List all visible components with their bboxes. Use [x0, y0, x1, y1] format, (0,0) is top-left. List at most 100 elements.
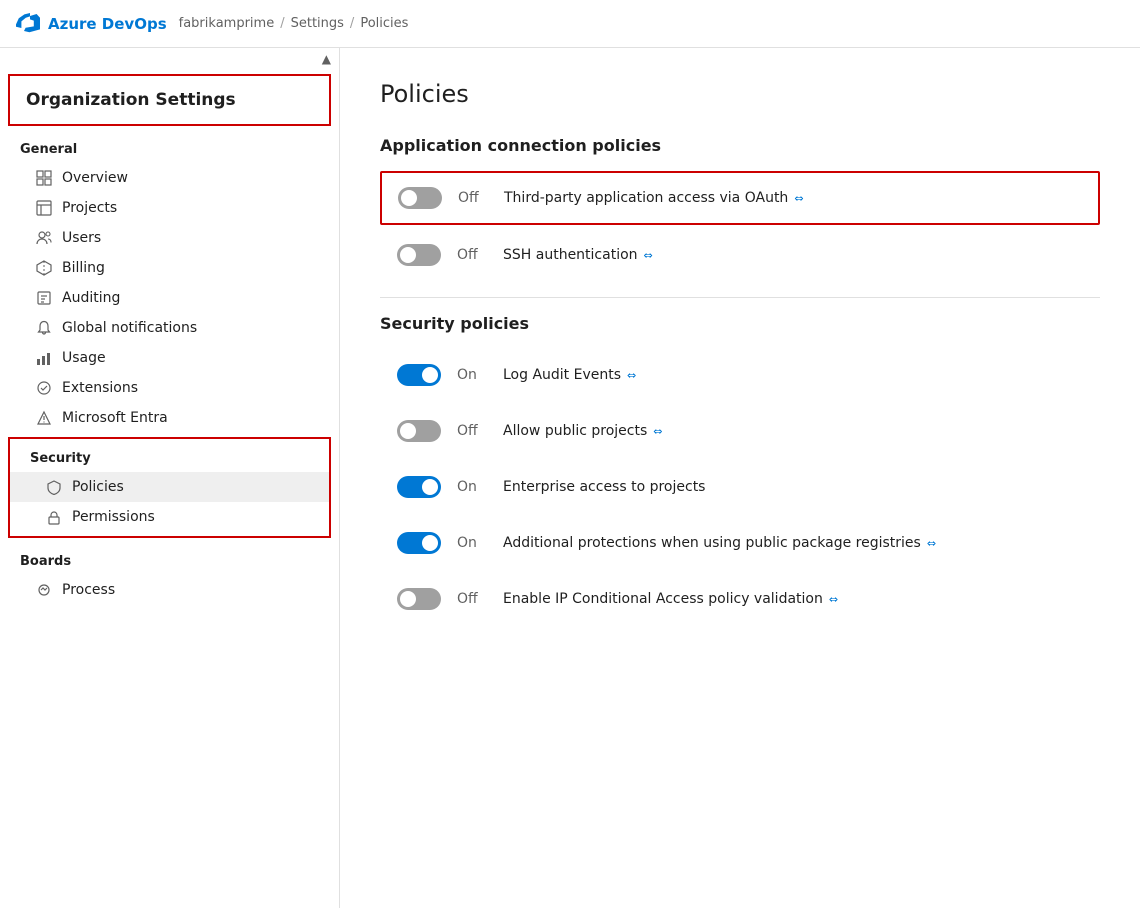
- additional-protections-link-icon[interactable]: ⇔: [927, 537, 936, 550]
- breadcrumb-sep-2: /: [350, 16, 354, 31]
- log-audit-state-label: On: [457, 367, 487, 383]
- log-audit-policy-row: On Log Audit Events ⇔: [380, 349, 1100, 401]
- sidebar-item-policies[interactable]: Policies: [10, 472, 329, 502]
- ip-conditional-policy-row: Off Enable IP Conditional Access policy …: [380, 573, 1100, 625]
- sidebar-item-process[interactable]: Process: [0, 575, 339, 605]
- sidebar-item-usage[interactable]: Usage: [0, 343, 339, 373]
- extensions-label: Extensions: [62, 380, 138, 396]
- topbar: Azure DevOps fabrikamprime / Settings / …: [0, 0, 1140, 48]
- additional-protections-text: Additional protections when using public…: [503, 535, 921, 551]
- security-section: Security Policies Permissions: [8, 437, 331, 538]
- ssh-text: SSH authentication: [503, 247, 638, 263]
- projects-label: Projects: [62, 200, 117, 216]
- log-audit-toggle[interactable]: [397, 364, 441, 386]
- process-icon: [36, 582, 52, 598]
- public-projects-text: Allow public projects: [503, 423, 647, 439]
- additional-protections-toggle[interactable]: [397, 532, 441, 554]
- section-divider: [380, 297, 1100, 298]
- main-layout: ▲ Organization Settings General Overview…: [0, 48, 1140, 908]
- enterprise-access-policy-row: On Enterprise access to projects: [380, 461, 1100, 513]
- oauth-text: Third-party application access via OAuth: [504, 190, 788, 206]
- sidebar-item-auditing[interactable]: Auditing: [0, 283, 339, 313]
- breadcrumb-settings[interactable]: Settings: [291, 16, 344, 31]
- log-audit-text: Log Audit Events: [503, 367, 621, 383]
- sidebar-item-extensions[interactable]: Extensions: [0, 373, 339, 403]
- additional-protections-toggle-slider: [397, 532, 441, 554]
- additional-protections-policy-text: Additional protections when using public…: [503, 535, 936, 551]
- boards-section: Boards Process: [0, 542, 339, 605]
- ip-conditional-text: Enable IP Conditional Access policy vali…: [503, 591, 823, 607]
- projects-icon: [36, 200, 52, 216]
- ip-conditional-link-icon[interactable]: ⇔: [829, 593, 838, 606]
- bell-icon: [36, 320, 52, 336]
- sidebar: ▲ Organization Settings General Overview…: [0, 48, 340, 908]
- log-audit-toggle-slider: [397, 364, 441, 386]
- entra-icon: [36, 410, 52, 426]
- azure-devops-logo-icon: [16, 12, 40, 36]
- sidebar-item-permissions[interactable]: Permissions: [10, 502, 329, 532]
- ssh-link-icon[interactable]: ⇔: [644, 249, 653, 262]
- ip-conditional-toggle[interactable]: [397, 588, 441, 610]
- breadcrumb-sep-1: /: [280, 16, 284, 31]
- ssh-state-label: Off: [457, 247, 487, 263]
- main-content: Policies Application connection policies…: [340, 48, 1140, 908]
- org-settings-header: Organization Settings: [8, 74, 331, 126]
- enterprise-access-state-label: On: [457, 479, 487, 495]
- app-connection-section: Application connection policies Off Thir…: [380, 136, 1100, 281]
- general-section-header: General: [0, 130, 339, 163]
- billing-icon: [36, 260, 52, 276]
- ip-conditional-state-label: Off: [457, 591, 487, 607]
- oauth-policy-row: Off Third-party application access via O…: [380, 171, 1100, 225]
- enterprise-access-toggle[interactable]: [397, 476, 441, 498]
- permissions-label: Permissions: [72, 509, 155, 525]
- scroll-up-button[interactable]: ▲: [322, 52, 331, 66]
- sidebar-item-microsoft-entra[interactable]: Microsoft Entra: [0, 403, 339, 433]
- process-label: Process: [62, 582, 115, 598]
- sidebar-item-projects[interactable]: Projects: [0, 193, 339, 223]
- shield-icon: [46, 479, 62, 495]
- public-projects-link-icon[interactable]: ⇔: [653, 425, 662, 438]
- overview-label: Overview: [62, 170, 128, 186]
- security-section-header: Security: [10, 439, 329, 472]
- app-connection-heading: Application connection policies: [380, 136, 1100, 155]
- enterprise-access-toggle-slider: [397, 476, 441, 498]
- breadcrumb-org[interactable]: fabrikamprime: [179, 16, 275, 31]
- public-projects-state-label: Off: [457, 423, 487, 439]
- users-icon: [36, 230, 52, 246]
- sidebar-item-global-notifications[interactable]: Global notifications: [0, 313, 339, 343]
- page-title: Policies: [380, 80, 1100, 108]
- extensions-icon: [36, 380, 52, 396]
- microsoft-entra-label: Microsoft Entra: [62, 410, 168, 426]
- enterprise-access-policy-text: Enterprise access to projects: [503, 479, 705, 495]
- log-audit-policy-text: Log Audit Events ⇔: [503, 367, 636, 383]
- oauth-link-icon[interactable]: ⇔: [794, 192, 803, 205]
- ssh-toggle-slider: [397, 244, 441, 266]
- sidebar-item-billing[interactable]: Billing: [0, 253, 339, 283]
- auditing-label: Auditing: [62, 290, 120, 306]
- boards-section-header: Boards: [0, 542, 339, 575]
- oauth-state-label: Off: [458, 190, 488, 206]
- org-settings-label: Organization Settings: [26, 90, 236, 110]
- ssh-toggle[interactable]: [397, 244, 441, 266]
- public-projects-policy-text: Allow public projects ⇔: [503, 423, 663, 439]
- ssh-policy-text: SSH authentication ⇔: [503, 247, 653, 263]
- public-projects-policy-row: Off Allow public projects ⇔: [380, 405, 1100, 457]
- sidebar-item-users[interactable]: Users: [0, 223, 339, 253]
- oauth-toggle[interactable]: [398, 187, 442, 209]
- oauth-toggle-slider: [398, 187, 442, 209]
- brand-name: Azure DevOps: [48, 15, 167, 33]
- logo-area[interactable]: Azure DevOps: [16, 12, 167, 36]
- log-audit-link-icon[interactable]: ⇔: [627, 369, 636, 382]
- ip-conditional-toggle-slider: [397, 588, 441, 610]
- policies-label: Policies: [72, 479, 124, 495]
- oauth-policy-text: Third-party application access via OAuth…: [504, 190, 804, 206]
- additional-protections-policy-row: On Additional protections when using pub…: [380, 517, 1100, 569]
- ip-conditional-policy-text: Enable IP Conditional Access policy vali…: [503, 591, 838, 607]
- public-projects-toggle-slider: [397, 420, 441, 442]
- breadcrumb-policies[interactable]: Policies: [360, 16, 408, 31]
- users-label: Users: [62, 230, 101, 246]
- usage-label: Usage: [62, 350, 106, 366]
- sidebar-item-overview[interactable]: Overview: [0, 163, 339, 193]
- public-projects-toggle[interactable]: [397, 420, 441, 442]
- breadcrumb: fabrikamprime / Settings / Policies: [179, 16, 409, 31]
